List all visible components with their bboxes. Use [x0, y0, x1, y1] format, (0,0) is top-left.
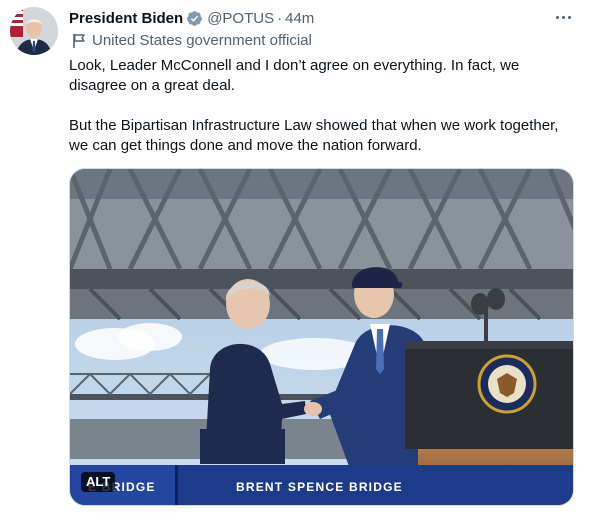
tweet-header: President Biden @POTUS · 44m: [69, 8, 314, 28]
avatar[interactable]: [10, 7, 58, 55]
banner-right-text: BRENT SPENCE BRIDGE: [236, 480, 403, 494]
avatar-photo: [10, 7, 58, 55]
affiliation-text: United States government official: [92, 32, 312, 49]
tweet-paragraph: Look, Leader McConnell and I don’t agree…: [69, 57, 520, 94]
alt-text-button[interactable]: ALT: [81, 472, 116, 492]
tweet[interactable]: President Biden @POTUS · 44m United Stat…: [0, 0, 589, 513]
handle[interactable]: @POTUS: [207, 10, 274, 27]
separator-dot: ·: [277, 9, 283, 27]
verified-badge-icon: [187, 10, 203, 26]
more-icon: [555, 15, 559, 19]
display-name[interactable]: President Biden: [69, 10, 183, 27]
tweet-text: Look, Leader McConnell and I don’t agree…: [69, 56, 574, 156]
affiliation-label[interactable]: United States government official: [72, 32, 312, 49]
more-icon: [567, 15, 571, 19]
more-icon: [561, 15, 565, 19]
tweet-photo[interactable]: E BRIDGE BRENT SPENCE BRIDGE ALT: [69, 168, 574, 506]
flag-icon: [73, 33, 85, 48]
photo-image: E BRIDGE BRENT SPENCE BRIDGE: [70, 169, 573, 505]
timestamp[interactable]: 44m: [285, 10, 314, 27]
more-options-button[interactable]: [553, 10, 573, 24]
tweet-paragraph: But the Bipartisan Infrastructure Law sh…: [69, 117, 559, 154]
